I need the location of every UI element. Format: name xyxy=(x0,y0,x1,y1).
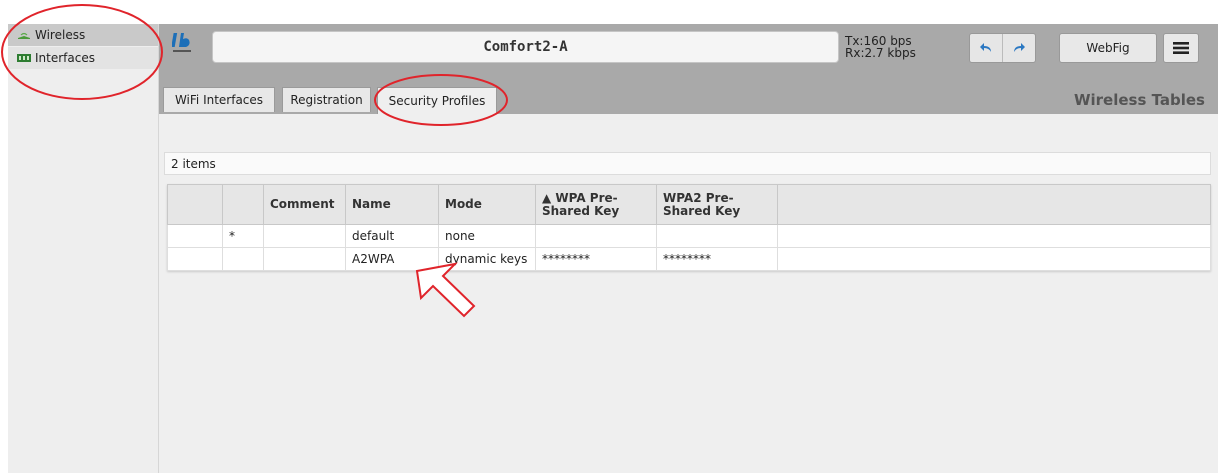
undo-button[interactable] xyxy=(970,34,1003,62)
empty-cell xyxy=(777,224,1211,248)
security-profiles-table: Comment Name Mode ▲ WPA Pre-Shared Key W… xyxy=(167,184,1211,271)
empty-cell xyxy=(777,247,1211,271)
webfig-button[interactable]: WebFig xyxy=(1059,33,1157,63)
column-header xyxy=(777,184,1211,225)
table-header-row: Comment Name Mode ▲ WPA Pre-Shared Key W… xyxy=(167,184,1211,225)
flag-cell xyxy=(222,247,264,271)
menu-button[interactable] xyxy=(1163,33,1199,63)
tab-security-profiles[interactable]: Security Profiles xyxy=(377,87,497,114)
section-title: Wireless Tables xyxy=(1073,91,1205,109)
redo-button[interactable] xyxy=(1003,34,1035,62)
logo xyxy=(172,33,191,52)
wpa-key-cell: ******** xyxy=(535,247,657,271)
sidebar: Wireless Interfaces xyxy=(8,24,159,473)
sidebar-item-interfaces[interactable]: Interfaces xyxy=(8,47,158,69)
top-toolbar: Comfort2-A Tx:160 bps Rx:2.7 kbps WebFig… xyxy=(159,24,1218,114)
name-cell[interactable]: A2WPA xyxy=(345,247,439,271)
wireless-icon xyxy=(18,32,30,39)
undo-icon xyxy=(980,43,991,52)
item-count: 2 items xyxy=(164,152,1211,175)
column-header xyxy=(222,184,264,225)
comment-cell xyxy=(263,224,346,248)
column-header-name[interactable]: Name xyxy=(345,184,439,225)
sidebar-item-wireless[interactable]: Wireless xyxy=(8,24,158,46)
table-row[interactable]: * default none xyxy=(167,224,1211,248)
comment-cell xyxy=(263,247,346,271)
sidebar-item-label: Wireless xyxy=(35,28,86,42)
tab-registration[interactable]: Registration xyxy=(282,87,371,112)
main-panel: Comfort2-A Tx:160 bps Rx:2.7 kbps WebFig… xyxy=(159,24,1218,473)
row-select-cell[interactable] xyxy=(167,224,223,248)
history-buttons xyxy=(969,33,1036,63)
mode-cell: none xyxy=(438,224,536,248)
traffic-stats: Tx:160 bps Rx:2.7 kbps xyxy=(845,35,916,59)
row-select-cell[interactable] xyxy=(167,247,223,271)
column-header xyxy=(167,184,223,225)
column-header-wpa2-key[interactable]: WPA2 Pre-Shared Key xyxy=(656,184,778,225)
wpa2-key-cell: ******** xyxy=(656,247,778,271)
interfaces-icon xyxy=(17,54,31,62)
hamburger-icon xyxy=(1173,42,1189,54)
wpa-key-cell xyxy=(535,224,657,248)
page-title: Comfort2-A xyxy=(212,31,839,63)
rx-rate: Rx:2.7 kbps xyxy=(845,46,916,60)
table-row[interactable]: A2WPA dynamic keys ******** ******** xyxy=(167,247,1211,271)
column-header-wpa-key[interactable]: ▲ WPA Pre-Shared Key xyxy=(535,184,657,225)
sidebar-item-label: Interfaces xyxy=(35,51,95,65)
column-header-comment[interactable]: Comment xyxy=(263,184,346,225)
column-header-mode[interactable]: Mode xyxy=(438,184,536,225)
redo-icon xyxy=(1014,43,1025,52)
name-cell[interactable]: default xyxy=(345,224,439,248)
mode-cell: dynamic keys xyxy=(438,247,536,271)
tab-wifi-interfaces[interactable]: WiFi Interfaces xyxy=(163,87,275,112)
wpa2-key-cell xyxy=(656,224,778,248)
flag-cell: * xyxy=(222,224,264,248)
